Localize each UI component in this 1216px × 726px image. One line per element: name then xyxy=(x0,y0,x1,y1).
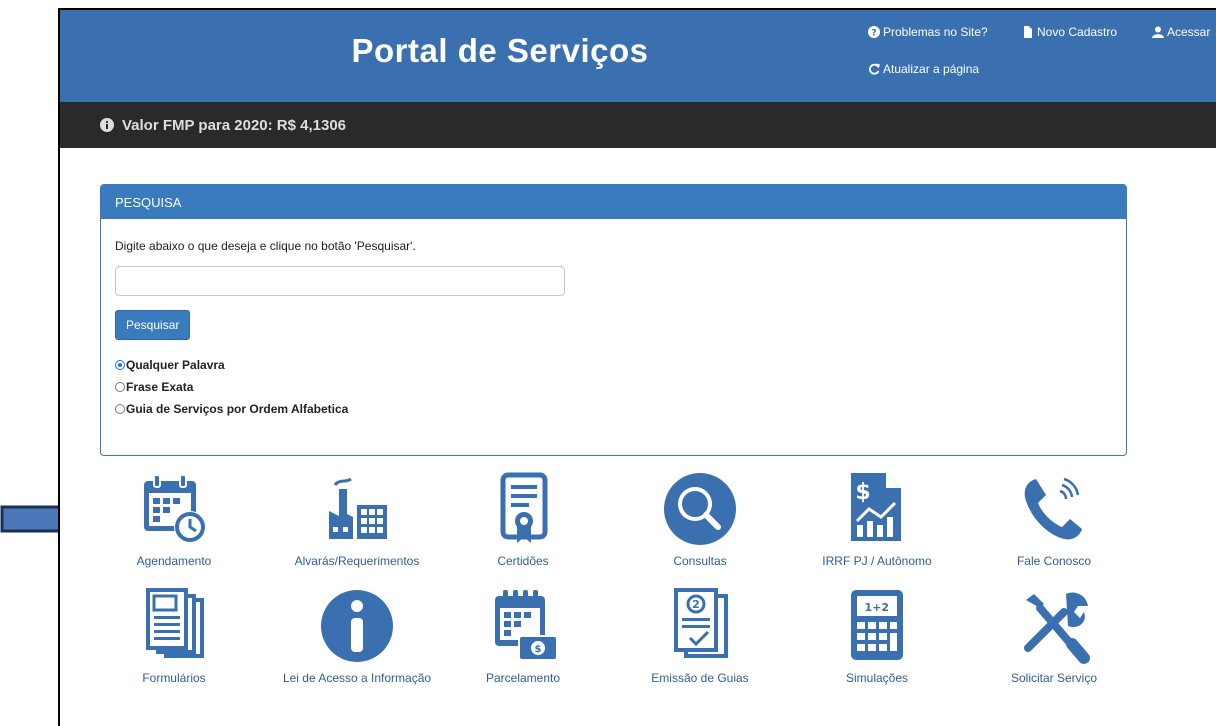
info-bar: Valor FMP para 2020: R$ 4,1306 xyxy=(60,102,1216,148)
phone-icon xyxy=(1024,477,1082,540)
factory-icon xyxy=(329,477,387,539)
search-panel-title: PESQUISA xyxy=(101,185,1126,219)
service-label: Parcelamento xyxy=(485,671,561,685)
fmp-value-text: Valor FMP para 2020: R$ 4,1306 xyxy=(122,116,347,134)
site-header: Portal de Serviços ? Problemas no Site? … xyxy=(60,10,1216,102)
page-title: Portal de Serviços xyxy=(351,32,649,69)
radio-selected[interactable] xyxy=(115,360,125,370)
option-alphabetical-guide-label: Guia de Serviços por Ordem Alfabetica xyxy=(126,402,349,416)
calendar-clock-icon xyxy=(144,474,206,543)
service-emissao-guias[interactable]: 2 Emissão de Guias xyxy=(620,586,780,687)
service-formularios[interactable]: Formulários xyxy=(94,586,254,687)
service-agendamento[interactable]: Agendamento xyxy=(94,469,254,570)
service-fale-conosco[interactable]: Fale Conosco xyxy=(974,469,1134,570)
page-frame: Portal de Serviços ? Problemas no Site? … xyxy=(58,8,1216,726)
info-icon xyxy=(321,590,393,662)
service-certidoes[interactable]: Certidões xyxy=(443,469,603,570)
service-label: Simulações xyxy=(845,671,909,685)
option-alphabetical-guide[interactable]: Guia de Serviços por Ordem Alfabetica xyxy=(115,402,1112,416)
radio-unselected[interactable] xyxy=(115,382,125,392)
info-circle-icon xyxy=(100,118,114,132)
service-label: Solicitar Serviço xyxy=(1010,671,1098,685)
service-lei-acesso[interactable]: Lei de Acesso a Informação xyxy=(277,586,437,687)
file-icon xyxy=(1024,26,1032,38)
radio-unselected[interactable] xyxy=(115,404,125,414)
service-label: Formulários xyxy=(142,671,206,685)
service-consultas[interactable]: Consultas xyxy=(620,469,780,570)
service-irrf[interactable]: $ IRRF PJ / Autônomo xyxy=(797,469,957,570)
search-panel: PESQUISA Digite abaixo o que deseja e cl… xyxy=(100,184,1127,456)
documents-icon xyxy=(146,588,204,658)
service-label: Fale Conosco xyxy=(1016,554,1092,568)
svg-text:1+2: 1+2 xyxy=(864,601,889,614)
svg-text:$: $ xyxy=(855,480,870,505)
finance-chart-icon: $ xyxy=(851,473,901,541)
guide-document-icon: 2 xyxy=(674,588,728,658)
calendar-money-icon: $ xyxy=(495,590,558,661)
service-parcelamento[interactable]: $ Parcelamento xyxy=(443,586,603,687)
search-button[interactable]: Pesquisar xyxy=(115,310,191,340)
magnifier-icon xyxy=(664,473,736,545)
question-icon: ? xyxy=(868,26,880,38)
service-label: Consultas xyxy=(673,554,727,568)
service-label: Certidões xyxy=(497,554,549,568)
option-exact-phrase-label: Frase Exata xyxy=(126,380,194,394)
service-label: IRRF PJ / Autônomo xyxy=(822,554,932,568)
service-simulacoes[interactable]: 1+2 Simulações xyxy=(797,586,957,687)
problems-link-label: Problemas no Site? xyxy=(883,25,988,39)
user-icon xyxy=(1152,26,1164,38)
service-label: Emissão de Guias xyxy=(651,671,749,685)
option-exact-phrase[interactable]: Frase Exata xyxy=(115,380,1112,394)
refresh-icon xyxy=(869,63,880,75)
option-any-word[interactable]: Qualquer Palavra xyxy=(115,358,1112,372)
login-link[interactable]: Acessar xyxy=(1152,25,1210,39)
option-any-word-label: Qualquer Palavra xyxy=(126,358,225,372)
svg-text:2: 2 xyxy=(692,598,700,611)
search-input[interactable] xyxy=(115,266,565,296)
refresh-label: Atualizar a página xyxy=(883,62,980,76)
service-alvaras[interactable]: Alvarás/Requerimentos xyxy=(277,469,437,570)
search-instruction: Digite abaixo o que deseja e clique no b… xyxy=(115,239,416,253)
service-label: Lei de Acesso a Informação xyxy=(282,671,432,685)
service-label: Agendamento xyxy=(136,554,212,568)
problems-link[interactable]: ? Problemas no Site? xyxy=(868,25,988,39)
login-label: Acessar xyxy=(1167,25,1211,39)
new-registration-label: Novo Cadastro xyxy=(1037,25,1118,39)
service-label: Alvarás/Requerimentos xyxy=(294,554,420,568)
tools-icon xyxy=(1024,592,1090,664)
calculator-icon: 1+2 xyxy=(851,590,903,660)
refresh-link[interactable]: Atualizar a página xyxy=(868,62,979,76)
svg-text:?: ? xyxy=(871,29,876,39)
svg-text:$: $ xyxy=(535,644,542,655)
certificate-icon xyxy=(500,472,548,543)
service-solicitar[interactable]: Solicitar Serviço xyxy=(974,586,1134,687)
new-registration-link[interactable]: Novo Cadastro xyxy=(1022,25,1117,39)
